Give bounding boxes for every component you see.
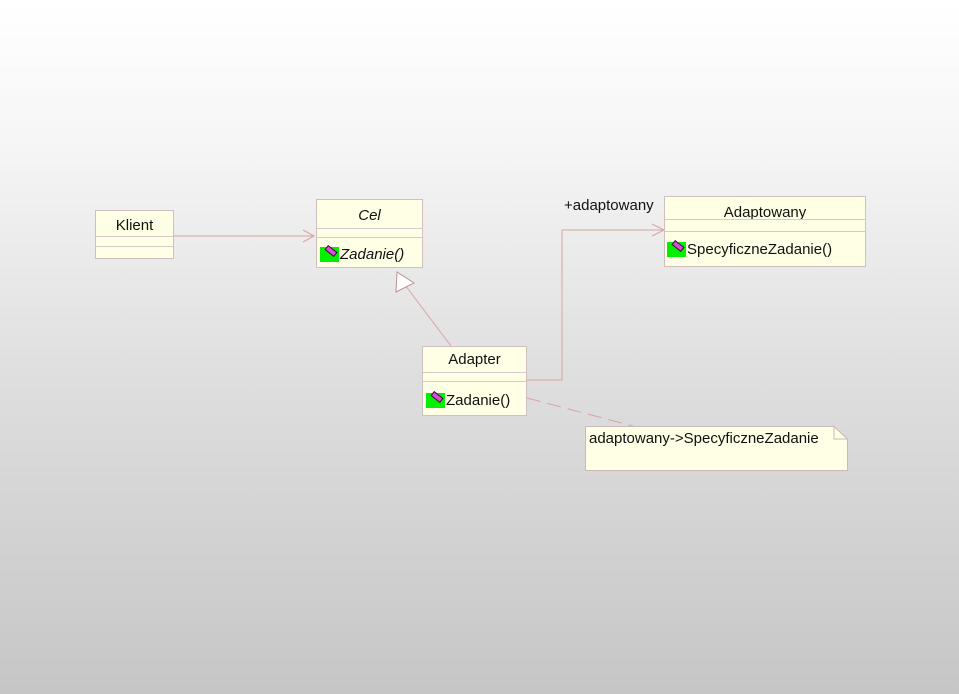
class-adapter-divider: [423, 372, 526, 373]
class-adapter-divider: [423, 381, 526, 382]
class-cel-operation-label: Zadanie(): [340, 246, 405, 263]
class-adaptowany-divider: [665, 219, 865, 220]
class-adaptowany[interactable]: Adaptowany SpecyficzneZadanie(): [664, 196, 866, 267]
public-operation-icon: [320, 244, 339, 262]
class-adaptowany-operation[interactable]: SpecyficzneZadanie(): [667, 239, 833, 258]
class-klient-name: Klient: [115, 217, 154, 234]
public-operation-icon: [426, 390, 445, 408]
class-cel-divider: [317, 237, 422, 238]
class-cel-name: Cel: [358, 207, 381, 224]
class-klient[interactable]: Klient: [95, 210, 174, 259]
class-adapter-operation[interactable]: Zadanie(): [426, 390, 511, 409]
generalization-triangle: [395, 271, 416, 293]
class-cel[interactable]: Cel Zadanie(): [316, 199, 423, 268]
adapter-cel-generalization-line: [404, 284, 452, 347]
class-klient-divider: [96, 236, 173, 237]
class-adapter[interactable]: Adapter Zadanie(): [422, 346, 527, 416]
note-text: adaptowany->SpecyficzneZadanie: [589, 430, 819, 447]
adapter-adaptowany-association-line: [527, 229, 664, 381]
association-role-label: +adaptowany: [564, 197, 654, 214]
class-cel-operation[interactable]: Zadanie(): [320, 244, 405, 263]
class-klient-divider: [96, 246, 173, 247]
class-adaptowany-divider: [665, 231, 865, 232]
class-adapter-name: Adapter: [448, 351, 501, 368]
class-cel-divider: [317, 228, 422, 229]
note-anchor-line: [526, 397, 634, 427]
public-operation-icon: [667, 239, 686, 257]
note[interactable]: adaptowany->SpecyficzneZadanie: [585, 426, 848, 471]
class-adaptowany-operation-label: SpecyficzneZadanie(): [687, 241, 833, 258]
class-adapter-operation-label: Zadanie(): [446, 392, 511, 409]
